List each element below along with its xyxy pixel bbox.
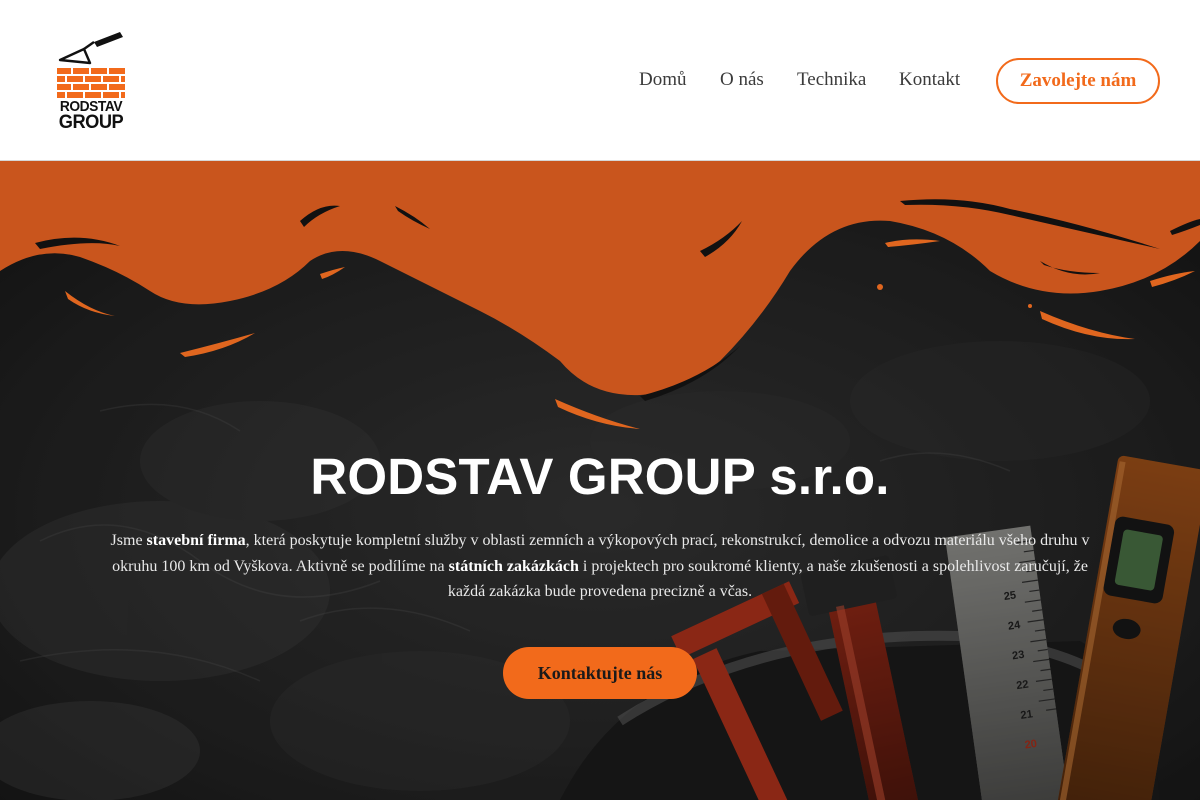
brand-line-2: GROUP: [58, 112, 124, 133]
hero-section: 25 24 23 22 21 20 RODSTAV GROUP s.r.o. J…: [0, 161, 1200, 800]
call-us-button[interactable]: Zavolejte nám: [996, 58, 1160, 104]
hero-desc-highlight: stavební firma: [146, 532, 246, 549]
hero-desc-highlight: státních zakázkách: [448, 557, 579, 575]
nav-link-home[interactable]: Domů: [639, 69, 687, 91]
nav-link-about[interactable]: O nás: [720, 69, 764, 91]
hero-title: RODSTAV GROUP s.r.o.: [310, 448, 890, 505]
contact-us-button[interactable]: Kontaktujte nás: [503, 647, 697, 699]
nav-link-machinery[interactable]: Technika: [797, 69, 866, 91]
trowel-brick-icon: [57, 32, 125, 98]
hero-description: Jsme stavební firma, která poskytuje kom…: [100, 528, 1100, 605]
brand-wordmark: RODSTAV GROUP: [54, 99, 128, 133]
brand-logo[interactable]: RODSTAV GROUP: [54, 30, 128, 134]
hero-desc-text: Jsme: [110, 532, 147, 549]
site-header: RODSTAV GROUP Domů O nás Technika Kontak…: [0, 0, 1200, 161]
nav-link-contact[interactable]: Kontakt: [899, 69, 960, 91]
